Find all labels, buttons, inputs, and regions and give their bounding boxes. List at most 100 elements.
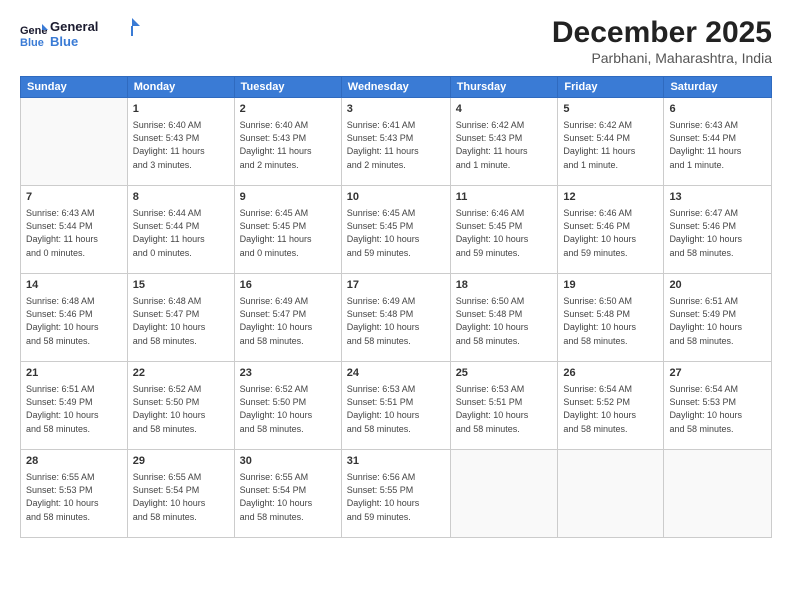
- day-cell: 1Sunrise: 6:40 AM Sunset: 5:43 PM Daylig…: [127, 98, 234, 186]
- day-info: Sunrise: 6:51 AM Sunset: 5:49 PM Dayligh…: [26, 383, 122, 435]
- svg-text:Blue: Blue: [20, 37, 44, 48]
- day-cell: 11Sunrise: 6:46 AM Sunset: 5:45 PM Dayli…: [450, 186, 558, 274]
- day-info: Sunrise: 6:54 AM Sunset: 5:52 PM Dayligh…: [563, 383, 658, 435]
- day-cell: 4Sunrise: 6:42 AM Sunset: 5:43 PM Daylig…: [450, 98, 558, 186]
- day-cell: 9Sunrise: 6:45 AM Sunset: 5:45 PM Daylig…: [234, 186, 341, 274]
- calendar-table: SundayMondayTuesdayWednesdayThursdayFrid…: [20, 76, 772, 538]
- day-header-saturday: Saturday: [664, 77, 772, 98]
- month-year: December 2025: [552, 16, 772, 50]
- day-info: Sunrise: 6:48 AM Sunset: 5:47 PM Dayligh…: [133, 295, 229, 347]
- day-cell: 20 Sunrise: 6:51 AM Sunset: 5:49 PM Dayli…: [664, 274, 772, 362]
- day-cell: 13 Sunrise: 6:47 AM Sunset: 5:46 PM Dayli…: [664, 186, 772, 274]
- day-info: Sunrise: 6:43 AM Sunset: 5:44 PM Dayligh…: [26, 207, 122, 259]
- day-cell: [450, 450, 558, 538]
- day-cell: 10 Sunrise: 6:45 AM Sunset: 5:45 PM Dayli…: [341, 186, 450, 274]
- day-info: Sunrise: 6:55 AM Sunset: 5:54 PM Dayligh…: [133, 471, 229, 523]
- logo-icon: General Blue: [20, 20, 48, 48]
- day-header-tuesday: Tuesday: [234, 77, 341, 98]
- day-number: 1: [133, 102, 229, 117]
- week-row-1: 7 Sunrise: 6:43 AM Sunset: 5:44 PM Daylig…: [21, 186, 772, 274]
- day-cell: 15 Sunrise: 6:48 AM Sunset: 5:47 PM Dayli…: [127, 274, 234, 362]
- day-number: 16: [240, 278, 336, 293]
- day-number: 22: [133, 366, 229, 381]
- day-number: 10: [347, 190, 445, 205]
- week-row-4: 28Sunrise: 6:55 AM Sunset: 5:53 PM Dayli…: [21, 450, 772, 538]
- week-row-2: 14 Sunrise: 6:48 AM Sunset: 5:46 PM Dayli…: [21, 274, 772, 362]
- header: General Blue General Blue December 2025 …: [20, 16, 772, 66]
- day-cell: 6 Sunrise: 6:43 AM Sunset: 5:44 PM Daylig…: [664, 98, 772, 186]
- day-number: 9: [240, 190, 336, 205]
- day-header-sunday: Sunday: [21, 77, 128, 98]
- day-number: 5: [563, 102, 658, 117]
- day-number: 17: [347, 278, 445, 293]
- day-info: Sunrise: 6:53 AM Sunset: 5:51 PM Dayligh…: [456, 383, 553, 435]
- day-cell: 19 Sunrise: 6:50 AM Sunset: 5:48 PM Dayli…: [558, 274, 664, 362]
- day-cell: 27 Sunrise: 6:54 AM Sunset: 5:53 PM Dayli…: [664, 362, 772, 450]
- day-info: Sunrise: 6:44 AM Sunset: 5:44 PM Dayligh…: [133, 207, 229, 259]
- day-number: 2: [240, 102, 336, 117]
- day-number: 19: [563, 278, 658, 293]
- day-number: 31: [347, 454, 445, 469]
- day-number: 29: [133, 454, 229, 469]
- day-cell: 25 Sunrise: 6:53 AM Sunset: 5:51 PM Dayli…: [450, 362, 558, 450]
- day-header-friday: Friday: [558, 77, 664, 98]
- day-cell: [558, 450, 664, 538]
- svg-text:Blue: Blue: [50, 34, 78, 49]
- logo: General Blue General Blue: [20, 16, 140, 52]
- day-number: 27: [669, 366, 766, 381]
- day-number: 18: [456, 278, 553, 293]
- day-info: Sunrise: 6:48 AM Sunset: 5:46 PM Dayligh…: [26, 295, 122, 347]
- day-number: 11: [456, 190, 553, 205]
- day-info: Sunrise: 6:47 AM Sunset: 5:46 PM Dayligh…: [669, 207, 766, 259]
- day-number: 13: [669, 190, 766, 205]
- day-number: 3: [347, 102, 445, 117]
- day-number: 7: [26, 190, 122, 205]
- day-number: 6: [669, 102, 766, 117]
- day-info: Sunrise: 6:52 AM Sunset: 5:50 PM Dayligh…: [240, 383, 336, 435]
- logo-svg: General Blue: [50, 16, 140, 52]
- day-cell: 23 Sunrise: 6:52 AM Sunset: 5:50 PM Dayli…: [234, 362, 341, 450]
- week-row-3: 21Sunrise: 6:51 AM Sunset: 5:49 PM Dayli…: [21, 362, 772, 450]
- day-cell: 21Sunrise: 6:51 AM Sunset: 5:49 PM Dayli…: [21, 362, 128, 450]
- day-number: 4: [456, 102, 553, 117]
- day-cell: 3 Sunrise: 6:41 AM Sunset: 5:43 PM Daylig…: [341, 98, 450, 186]
- svg-text:General: General: [50, 19, 98, 34]
- day-cell: 31Sunrise: 6:56 AM Sunset: 5:55 PM Dayli…: [341, 450, 450, 538]
- calendar-body: 1 Sunrise: 6:40 AM Sunset: 5:43 PM Daylig…: [21, 98, 772, 538]
- day-cell: 14 Sunrise: 6:48 AM Sunset: 5:46 PM Dayli…: [21, 274, 128, 362]
- day-info: Sunrise: 6:50 AM Sunset: 5:48 PM Dayligh…: [456, 295, 553, 347]
- day-number: 15: [133, 278, 229, 293]
- day-cell: [664, 450, 772, 538]
- day-number: 8: [133, 190, 229, 205]
- day-info: Sunrise: 6:51 AM Sunset: 5:49 PM Dayligh…: [669, 295, 766, 347]
- week-row-0: 1 Sunrise: 6:40 AM Sunset: 5:43 PM Daylig…: [21, 98, 772, 186]
- day-info: Sunrise: 6:49 AM Sunset: 5:48 PM Dayligh…: [347, 295, 445, 347]
- day-number: 23: [240, 366, 336, 381]
- day-cell: 8 Sunrise: 6:44 AM Sunset: 5:44 PM Daylig…: [127, 186, 234, 274]
- day-cell: 18 Sunrise: 6:50 AM Sunset: 5:48 PM Dayli…: [450, 274, 558, 362]
- day-info: Sunrise: 6:55 AM Sunset: 5:54 PM Dayligh…: [240, 471, 336, 523]
- day-info: Sunrise: 6:43 AM Sunset: 5:44 PM Dayligh…: [669, 119, 766, 171]
- day-info: Sunrise: 6:40 AM Sunset: 5:43 PM Dayligh…: [240, 119, 336, 171]
- day-cell: 26Sunrise: 6:54 AM Sunset: 5:52 PM Dayli…: [558, 362, 664, 450]
- day-info: Sunrise: 6:52 AM Sunset: 5:50 PM Dayligh…: [133, 383, 229, 435]
- day-cell: 24Sunrise: 6:53 AM Sunset: 5:51 PM Dayli…: [341, 362, 450, 450]
- day-info: Sunrise: 6:45 AM Sunset: 5:45 PM Dayligh…: [347, 207, 445, 259]
- title-block: December 2025 Parbhani, Maharashtra, Ind…: [552, 16, 772, 66]
- day-info: Sunrise: 6:41 AM Sunset: 5:43 PM Dayligh…: [347, 119, 445, 171]
- day-cell: 5 Sunrise: 6:42 AM Sunset: 5:44 PM Daylig…: [558, 98, 664, 186]
- day-header-monday: Monday: [127, 77, 234, 98]
- day-info: Sunrise: 6:53 AM Sunset: 5:51 PM Dayligh…: [347, 383, 445, 435]
- day-info: Sunrise: 6:46 AM Sunset: 5:46 PM Dayligh…: [563, 207, 658, 259]
- day-number: 20: [669, 278, 766, 293]
- day-number: 25: [456, 366, 553, 381]
- day-header-thursday: Thursday: [450, 77, 558, 98]
- day-info: Sunrise: 6:50 AM Sunset: 5:48 PM Dayligh…: [563, 295, 658, 347]
- day-cell: 16Sunrise: 6:49 AM Sunset: 5:47 PM Dayli…: [234, 274, 341, 362]
- day-info: Sunrise: 6:55 AM Sunset: 5:53 PM Dayligh…: [26, 471, 122, 523]
- day-info: Sunrise: 6:54 AM Sunset: 5:53 PM Dayligh…: [669, 383, 766, 435]
- day-cell: 7 Sunrise: 6:43 AM Sunset: 5:44 PM Daylig…: [21, 186, 128, 274]
- day-info: Sunrise: 6:42 AM Sunset: 5:44 PM Dayligh…: [563, 119, 658, 171]
- day-cell: 30Sunrise: 6:55 AM Sunset: 5:54 PM Dayli…: [234, 450, 341, 538]
- day-number: 14: [26, 278, 122, 293]
